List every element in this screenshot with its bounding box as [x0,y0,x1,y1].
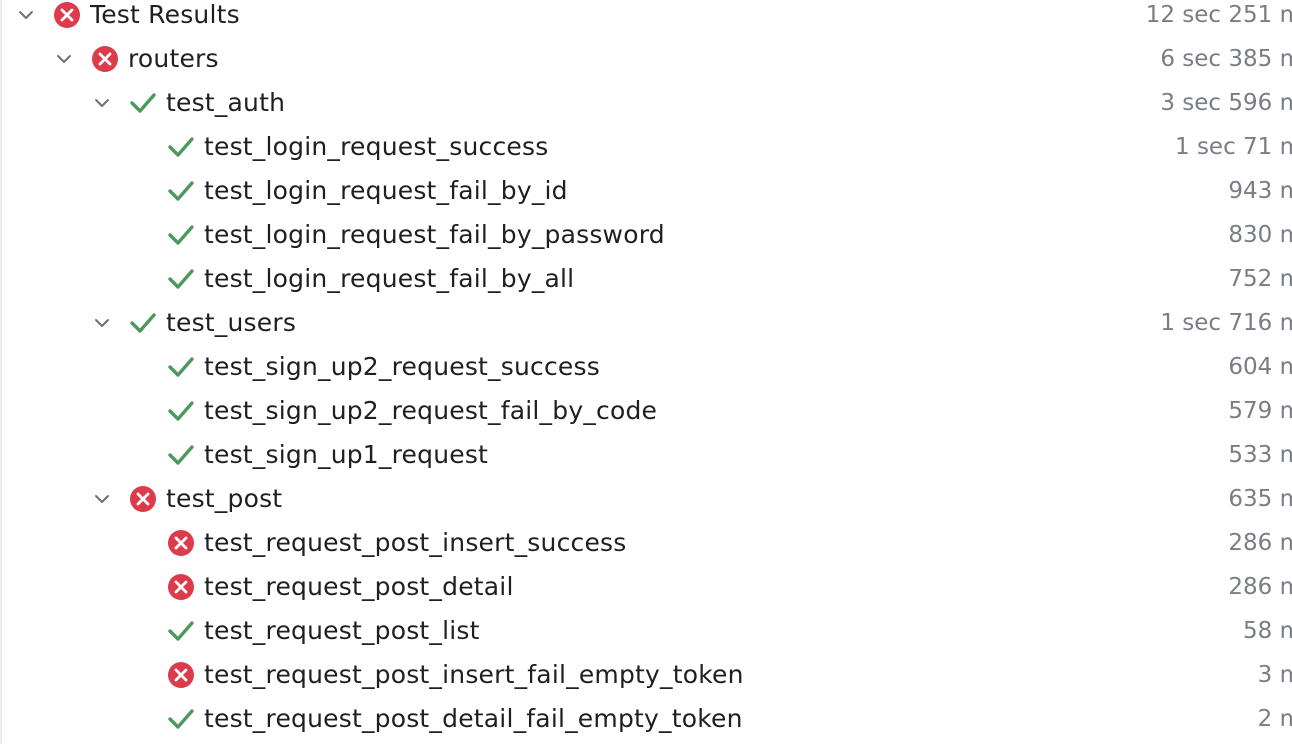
duration-cell: 830 ms [974,213,1292,257]
test-duration: 830 ms [1228,222,1292,248]
test-duration: 286 ms [1228,530,1292,556]
test-duration: 3 ms [1257,662,1292,688]
test-duration: 286 ms [1228,574,1292,600]
test-name: test_login_request_fail_by_all [204,264,575,293]
check-icon [128,88,158,118]
test-name: test_request_post_list [204,616,480,645]
tree-row[interactable]: routers 6 sec 385 ms [2,37,1292,81]
tree-row[interactable]: test_request_post_list 58 ms [2,609,1292,653]
duration-cell: 635 ms [974,477,1292,521]
test-duration: 1 sec 71 ms [1175,134,1292,160]
tree-row[interactable]: test_login_request_success 1 sec 71 ms [2,125,1292,169]
tree-row[interactable]: test_login_request_fail_by_id 943 ms [2,169,1292,213]
test-name: Test Results [90,0,240,29]
test-name: test_request_post_insert_fail_empty_toke… [204,660,744,689]
duration-cell: 533 ms [974,433,1292,477]
test-duration: 604 ms [1228,354,1292,380]
check-icon [166,220,196,250]
test-name: test_request_post_detail_fail_empty_toke… [204,704,743,733]
test-name: test_login_request_fail_by_password [204,220,665,249]
test-name: test_login_request_success [204,132,549,161]
duration-cell: 286 ms [974,521,1292,565]
check-icon [166,704,196,734]
duration-cell: 943 ms [974,169,1292,213]
check-icon [166,616,196,646]
test-name: test_users [166,308,297,337]
tree-row[interactable]: test_request_post_detail_fail_empty_toke… [2,697,1292,741]
test-name: test_sign_up2_request_fail_by_code [204,396,658,425]
test-duration: 579 ms [1228,398,1292,424]
chevron-down-icon[interactable] [88,89,116,117]
test-duration: 3 sec 596 ms [1160,90,1292,116]
error-circle-icon [166,528,196,558]
test-duration: 58 ms [1243,618,1292,644]
test-name: test_sign_up2_request_success [204,352,600,381]
test-name: test_request_post_insert_success [204,528,627,557]
tree-row[interactable]: test_auth 3 sec 596 ms [2,81,1292,125]
chevron-down-icon[interactable] [88,309,116,337]
check-icon [166,396,196,426]
duration-cell: 6 sec 385 ms [974,37,1292,81]
check-icon [166,132,196,162]
check-icon [128,308,158,338]
duration-cell: 1 sec 716 ms [974,301,1292,345]
test-duration: 2 ms [1257,706,1292,732]
test-name: routers [128,44,219,73]
test-duration: 1 sec 716 ms [1160,310,1292,336]
duration-cell: 12 sec 251 ms [974,0,1292,37]
duration-cell: 1 sec 71 ms [974,125,1292,169]
test-name: test_sign_up1_request [204,440,489,469]
error-circle-icon [90,44,120,74]
tree-row[interactable]: Test Results 12 sec 251 ms [2,0,1292,37]
tree-row[interactable]: test_sign_up2_request_success 604 ms [2,345,1292,389]
check-icon [166,352,196,382]
duration-cell: 2 ms [974,697,1292,741]
check-icon [166,176,196,206]
duration-cell: 604 ms [974,345,1292,389]
tree-row[interactable]: test_request_post_detail 286 ms [2,565,1292,609]
tree-row[interactable]: test_request_post_insert_success 286 ms [2,521,1292,565]
test-results-tree: Test Results 12 sec 251 ms routers 6 sec 38… [0,0,1292,744]
test-name: test_login_request_fail_by_id [204,176,568,205]
tree-row[interactable]: test_sign_up1_request 533 ms [2,433,1292,477]
test-name: test_post [166,484,283,513]
tree-row[interactable]: test_request_post_insert_fail_empty_toke… [2,653,1292,697]
tree-row[interactable]: test_post 635 ms [2,477,1292,521]
test-duration: 752 ms [1228,266,1292,292]
error-circle-icon [166,572,196,602]
error-circle-icon [128,484,158,514]
tree-row[interactable]: test_users 1 sec 716 ms [2,301,1292,345]
chevron-down-icon[interactable] [88,485,116,513]
tree-row[interactable]: test_login_request_fail_by_all 752 ms [2,257,1292,301]
duration-cell: 752 ms [974,257,1292,301]
test-duration: 12 sec 251 ms [1145,2,1292,28]
tree-row[interactable]: test_sign_up2_request_fail_by_code 579 ms [2,389,1292,433]
test-name: test_request_post_detail [204,572,514,601]
test-duration: 943 ms [1228,178,1292,204]
test-name: test_auth [166,88,286,117]
test-duration: 533 ms [1228,442,1292,468]
check-icon [166,440,196,470]
error-circle-icon [52,0,82,30]
chevron-down-icon[interactable] [12,1,40,29]
duration-cell: 579 ms [974,389,1292,433]
duration-cell: 3 ms [974,653,1292,697]
duration-cell: 58 ms [974,609,1292,653]
tree-row[interactable]: test_login_request_fail_by_password 830 m… [2,213,1292,257]
error-circle-icon [166,660,196,690]
test-duration: 635 ms [1228,486,1292,512]
chevron-down-icon[interactable] [50,45,78,73]
duration-cell: 3 sec 596 ms [974,81,1292,125]
duration-cell: 286 ms [974,565,1292,609]
check-icon [166,264,196,294]
test-duration: 6 sec 385 ms [1160,46,1292,72]
